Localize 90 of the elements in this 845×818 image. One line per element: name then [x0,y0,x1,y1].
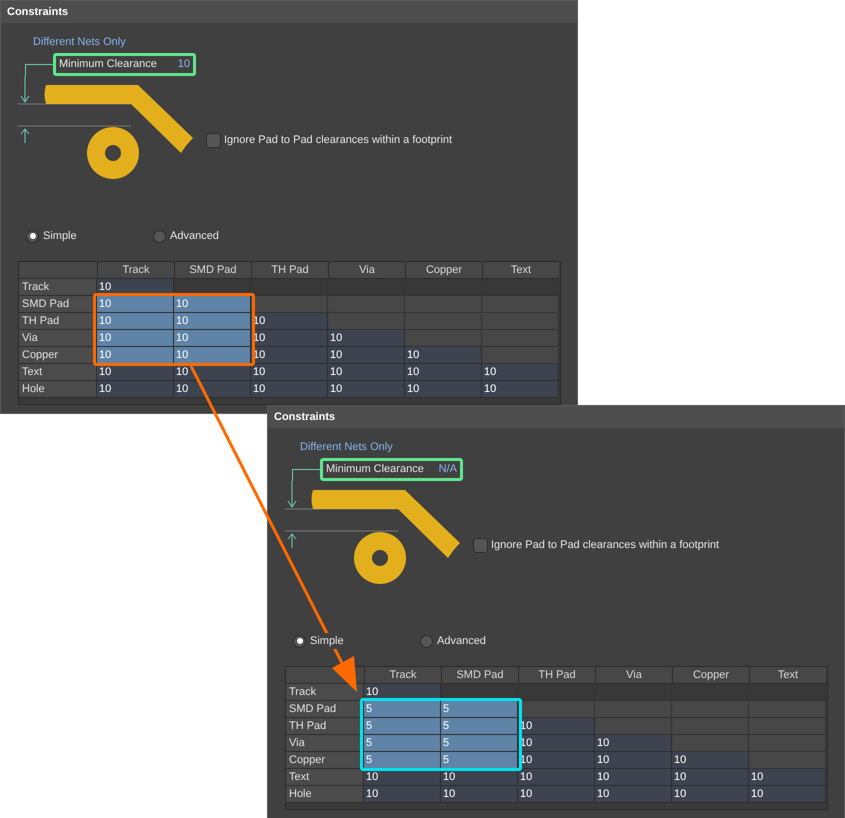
table-cell[interactable]: 10 [364,786,441,803]
table-cell[interactable]: 10 [174,330,251,347]
table-cell[interactable]: 10 [97,296,174,313]
checkbox[interactable] [206,132,221,148]
leader-line [292,469,320,481]
table-cell[interactable]: 10 [749,769,826,786]
row-header: TH Pad [19,313,97,330]
panel-title: Constraints [1,1,577,23]
field-label: Minimum Clearance [326,462,424,478]
table-cell[interactable]: 10 [174,347,251,364]
row-header: Text [19,364,97,381]
table-cell[interactable]: 10 [328,347,405,364]
column-header: Via [328,262,405,279]
table-cell[interactable]: 10 [251,364,328,381]
row-header: Track [19,279,97,296]
leader-line [25,64,53,76]
table-cell[interactable]: 10 [405,381,482,398]
row-header: Track [286,684,364,701]
checkbox[interactable] [473,538,488,553]
row-header: SMD Pad [19,296,97,313]
table-cell[interactable]: 10 [595,735,672,752]
table-cell[interactable]: 10 [174,381,251,398]
field-value: 10 [178,57,190,72]
table-cell[interactable]: 10 [97,381,174,398]
table-cell[interactable]: 10 [97,347,174,364]
mode-radio[interactable]: Simple [293,632,420,650]
table-cell[interactable]: 10 [672,752,749,769]
table-cell[interactable]: 10 [595,786,672,803]
table-cell[interactable]: 10 [251,381,328,398]
column-header: Copper [672,667,749,684]
radio-indicator[interactable] [26,230,39,242]
mode-radio[interactable]: Simple [26,228,153,244]
table-cell[interactable]: 5 [364,701,441,718]
table-cell[interactable]: 10 [749,786,826,803]
table-cell[interactable]: 10 [441,786,518,803]
column-header: SMD Pad [174,262,251,279]
row-header: Copper [19,347,97,364]
scope-label: Different Nets Only [300,441,393,453]
table-cell[interactable]: 10 [672,786,749,803]
radio-indicator[interactable] [293,634,306,648]
table-cell[interactable]: 10 [482,381,559,398]
table-cell[interactable]: 10 [174,313,251,330]
ignore-pad-checkbox[interactable]: Ignore Pad to Pad clearances within a footprint [473,537,720,554]
table-cell[interactable]: 5 [364,752,441,769]
table-cell[interactable]: 10 [174,296,251,313]
column-header: TH Pad [518,667,595,684]
column-header: SMD Pad [441,667,518,684]
column-header: Via [595,667,672,684]
table-cell[interactable]: 10 [482,364,559,381]
row-header: Via [19,330,97,347]
table-cell[interactable]: 5 [364,735,441,752]
ignore-pad-checkbox[interactable]: Ignore Pad to Pad clearances within a footprint [206,132,452,148]
table-cell[interactable]: 10 [328,381,405,398]
row-header: Hole [19,381,97,398]
column-header: Track [364,667,441,684]
table-cell[interactable]: 10 [405,347,482,364]
table-cell[interactable]: 10 [97,330,174,347]
column-header: Text [482,262,559,279]
table-cell[interactable]: 10 [405,364,482,381]
table-cell[interactable]: 10 [595,769,672,786]
column-header: Copper [405,262,482,279]
row-header: TH Pad [286,718,364,735]
row-header: Text [286,769,364,786]
table-cell[interactable]: 10 [595,752,672,769]
row-header: Copper [286,752,364,769]
table-cell[interactable]: 5 [441,718,518,735]
table-cell[interactable]: 10 [672,769,749,786]
radio-indicator[interactable] [420,634,433,648]
minimum-clearance-field[interactable]: Minimum Clearance 10 [53,53,196,76]
table-cell[interactable]: 10 [518,769,595,786]
field-label: Minimum Clearance [59,57,157,72]
panel-title: Constraints [268,406,844,428]
table-cell[interactable]: 10 [328,364,405,381]
field-value: N/A [438,462,457,478]
table-cell[interactable]: 10 [97,313,174,330]
table-cell[interactable]: 5 [441,735,518,752]
table-cell[interactable]: 10 [328,330,405,347]
column-header: Track [97,262,174,279]
column-header: TH Pad [251,262,328,279]
table-cell[interactable]: 5 [441,752,518,769]
row-header: Hole [286,786,364,803]
radio-indicator[interactable] [153,230,166,242]
minimum-clearance-field[interactable]: Minimum Clearance N/A [320,458,463,481]
table-cell[interactable]: 5 [364,718,441,735]
column-header: Text [749,667,826,684]
row-header: Via [286,735,364,752]
table-cell[interactable]: 10 [518,786,595,803]
row-header: SMD Pad [286,701,364,718]
scope-label: Different Nets Only [33,36,126,48]
table-cell[interactable]: 5 [441,701,518,718]
